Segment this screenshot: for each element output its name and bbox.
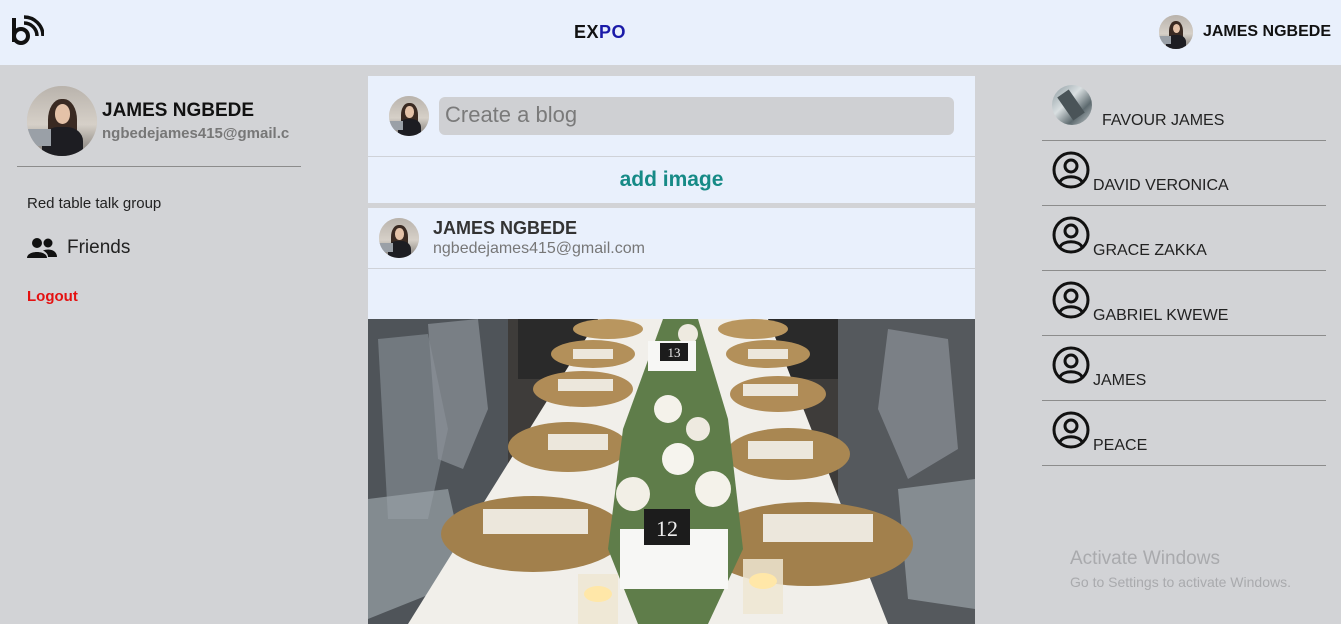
friend-name[interactable]: GRACE ZAKKA <box>1093 242 1207 260</box>
user-circle-icon <box>1052 411 1090 449</box>
friends-icon <box>27 238 57 258</box>
top-navbar: EXPO JAMES NGBEDE <box>0 0 1341 65</box>
watermark-subtitle: Go to Settings to activate Windows. <box>1070 574 1291 590</box>
create-blog-card: add image <box>368 76 975 203</box>
table-number-card-12: 12 <box>656 516 678 541</box>
blog-post: JAMES NGBEDE ngbedejames415@gmail.com 13… <box>368 208 975 624</box>
post-author-email: ngbedejames415@gmail.com <box>433 240 645 257</box>
friends-label: Friends <box>67 237 131 258</box>
friend-item[interactable]: GABRIEL KWEWE <box>1042 271 1326 336</box>
app-title: EXPO <box>573 22 627 42</box>
activate-windows-watermark: Activate Windows Go to Settings to activ… <box>1070 548 1291 590</box>
watermark-title: Activate Windows <box>1070 548 1220 569</box>
table-number-card-13: 13 <box>668 345 681 360</box>
profile-card[interactable]: JAMES NGBEDE ngbedejames415@gmail.c <box>27 86 302 156</box>
user-circle-icon <box>1052 346 1090 384</box>
friend-item[interactable]: DAVID VERONICA <box>1042 141 1326 206</box>
friend-item[interactable]: PEACE <box>1042 401 1326 466</box>
post-divider <box>368 268 975 269</box>
friend-name[interactable]: FAVOUR JAMES <box>1102 112 1224 130</box>
post-header: JAMES NGBEDE ngbedejames415@gmail.com <box>379 218 645 258</box>
user-circle-icon <box>1052 281 1090 319</box>
composer-avatar <box>389 96 429 136</box>
header-avatar[interactable] <box>1158 15 1193 49</box>
create-blog-input[interactable] <box>439 97 954 135</box>
header-user[interactable]: JAMES NGBEDE <box>1158 14 1331 50</box>
user-circle-icon <box>1052 216 1090 254</box>
friends-list: FAVOUR JAMES DAVID VERONICA GRACE ZAKKA … <box>1042 76 1326 466</box>
group-link[interactable]: Red table talk group <box>27 195 161 212</box>
post-author-name[interactable]: JAMES NGBEDE <box>433 218 645 239</box>
profile-avatar[interactable] <box>27 86 97 156</box>
friend-name[interactable]: DAVID VERONICA <box>1093 177 1229 195</box>
friend-item[interactable]: JAMES <box>1042 336 1326 401</box>
profile-divider <box>17 166 301 167</box>
add-image-button[interactable]: add image <box>368 168 975 192</box>
friend-item[interactable]: GRACE ZAKKA <box>1042 206 1326 271</box>
friend-name[interactable]: GABRIEL KWEWE <box>1093 307 1228 325</box>
left-sidebar: JAMES NGBEDE ngbedejames415@gmail.c Red … <box>0 65 320 624</box>
friend-item[interactable]: FAVOUR JAMES <box>1042 76 1326 141</box>
composer-divider <box>368 156 975 157</box>
header-user-name[interactable]: JAMES NGBEDE <box>1203 23 1331 41</box>
profile-name: JAMES NGBEDE <box>102 100 255 121</box>
post-image: 13 12 <box>368 319 975 624</box>
friends-link[interactable]: Friends <box>27 237 130 259</box>
user-circle-icon <box>1052 151 1090 189</box>
post-author-avatar[interactable] <box>379 218 419 258</box>
profile-email: ngbedejames415@gmail.c <box>102 125 290 142</box>
friend-name[interactable]: PEACE <box>1093 437 1147 455</box>
logout-link[interactable]: Logout <box>27 288 78 305</box>
friend-name[interactable]: JAMES <box>1093 372 1146 390</box>
friend-photo-avatar <box>1052 85 1092 125</box>
